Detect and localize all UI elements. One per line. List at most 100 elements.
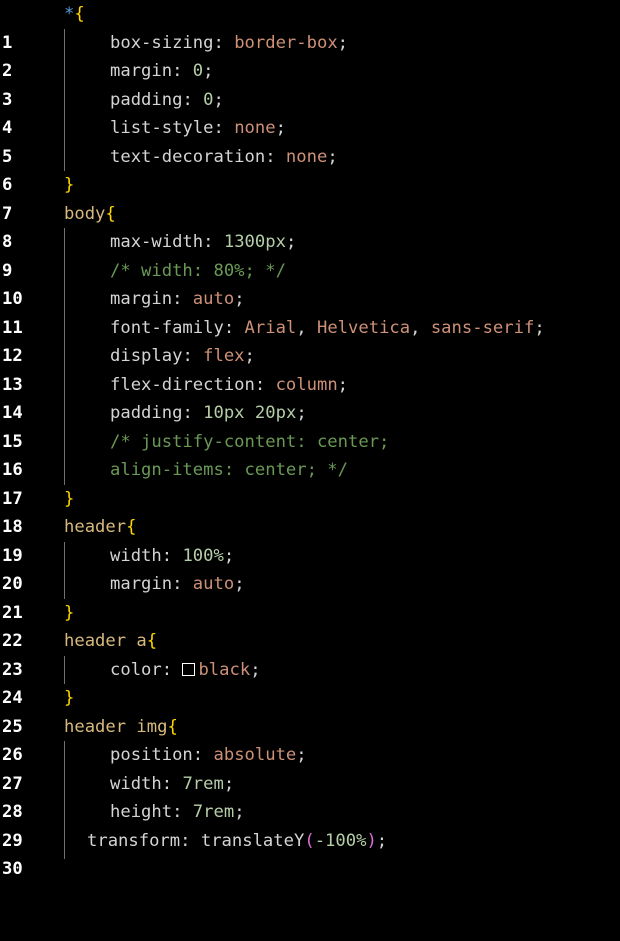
line-content: display: flex; bbox=[110, 346, 255, 366]
value: border-box bbox=[234, 32, 338, 53]
line-number: 30 bbox=[2, 859, 23, 879]
line-content: text-decoration: none; bbox=[110, 146, 338, 167]
line-content: flex-direction: column; bbox=[110, 374, 349, 395]
function-name: translateY bbox=[200, 830, 305, 851]
code-line[interactable]: 1 *{ bbox=[0, 0, 620, 53]
value: Helvetica bbox=[316, 317, 411, 338]
line-content: margin: auto; bbox=[110, 289, 245, 309]
property: max-width bbox=[110, 232, 204, 252]
line-content: } bbox=[64, 485, 74, 514]
code-line[interactable]: 4 padding: 0; bbox=[0, 86, 620, 139]
code-line[interactable]: 30 transform: translateY(-100%); bbox=[0, 827, 620, 880]
color-swatch-icon[interactable] bbox=[182, 662, 196, 676]
line-content: padding: 10px 20px; bbox=[110, 403, 307, 423]
code-line[interactable]: 10 /* width: 80%; */ bbox=[0, 257, 620, 310]
line-content: body{ bbox=[64, 200, 116, 229]
close-paren: ) bbox=[366, 830, 377, 851]
property: box-sizing bbox=[110, 32, 214, 53]
close-brace: } bbox=[64, 175, 75, 195]
code-line[interactable]: 20 width: 100%; bbox=[0, 542, 620, 595]
property: padding bbox=[110, 89, 183, 110]
open-brace: { bbox=[105, 203, 116, 224]
selector: body bbox=[64, 203, 106, 224]
code-line[interactable]: 8 body{ bbox=[0, 200, 620, 253]
code-line[interactable]: 19 header{ bbox=[0, 513, 620, 566]
code-line[interactable]: 5 list-style: none; bbox=[0, 114, 620, 167]
code-line[interactable]: 12 font-family: Arial, Helvetica, sans-s… bbox=[0, 314, 620, 367]
line-content: align-items: center; */ bbox=[64, 456, 348, 485]
value: auto bbox=[192, 574, 235, 594]
property: flex-direction bbox=[110, 374, 255, 395]
line-content: /* width: 80%; */ bbox=[64, 257, 286, 286]
value: black bbox=[198, 659, 251, 680]
line-content: margin: 0; bbox=[110, 61, 214, 81]
code-line[interactable]: 26 header img{ bbox=[0, 713, 620, 766]
line-content: list-style: none; bbox=[110, 118, 286, 138]
code-line[interactable]: 11 margin: auto; bbox=[0, 285, 620, 338]
line-content: margin: auto; bbox=[110, 574, 245, 594]
value: 7rem bbox=[192, 802, 235, 822]
code-line[interactable]: 24 color: black; bbox=[0, 656, 620, 709]
property: margin bbox=[110, 574, 173, 594]
value: absolute bbox=[213, 745, 297, 765]
code-line[interactable]: 7 } bbox=[0, 171, 620, 224]
code-line[interactable]: 3 margin: 0; bbox=[0, 57, 620, 110]
property: margin bbox=[110, 289, 173, 309]
property: width bbox=[110, 773, 162, 794]
code-line[interactable]: 18 } bbox=[0, 485, 620, 538]
code-line[interactable]: 23 header a{ bbox=[0, 627, 620, 680]
line-content: } bbox=[64, 684, 74, 713]
code-line[interactable]: 16 /* justify-content: center; bbox=[0, 428, 620, 481]
code-line[interactable]: 25 } bbox=[0, 684, 620, 737]
value: -100% bbox=[314, 830, 367, 851]
value: column bbox=[275, 374, 338, 395]
code-line[interactable]: 21 margin: auto; bbox=[0, 570, 620, 623]
line-content: } bbox=[64, 171, 74, 200]
value: sans-serif bbox=[430, 317, 535, 338]
property: height bbox=[110, 802, 173, 822]
code-line[interactable]: 17 align-items: center; */ bbox=[0, 456, 620, 509]
line-content: width: 100%; bbox=[110, 545, 235, 566]
selector: * bbox=[64, 4, 75, 24]
line-content: } bbox=[64, 599, 74, 628]
property: list-style bbox=[110, 118, 214, 138]
comment: align-items: center; */ bbox=[110, 460, 348, 480]
code-editor[interactable]: 1 *{ 2 box-sizing: border-box; 3 margin:… bbox=[0, 0, 620, 880]
code-line[interactable]: 29 height: 7rem; bbox=[0, 798, 620, 851]
comment: /* justify-content: center; bbox=[110, 431, 390, 452]
property: margin bbox=[110, 61, 173, 81]
value: flex bbox=[203, 346, 245, 366]
line-content: max-width: 1300px; bbox=[110, 232, 297, 252]
line-content: height: 7rem; bbox=[110, 802, 245, 822]
value: 0 bbox=[203, 89, 214, 110]
property: display bbox=[110, 346, 183, 366]
value: 7rem bbox=[182, 773, 224, 794]
code-line[interactable]: 27 position: absolute; bbox=[0, 741, 620, 794]
value: none bbox=[285, 146, 328, 167]
property: font-family bbox=[110, 317, 224, 338]
code-line[interactable]: 15 padding: 10px 20px; bbox=[0, 399, 620, 452]
line-content: transform: translateY(-100%); bbox=[87, 830, 388, 851]
code-line[interactable]: 9 max-width: 1300px; bbox=[0, 228, 620, 281]
open-brace: { bbox=[146, 631, 158, 651]
close-brace: } bbox=[64, 602, 75, 623]
code-line[interactable]: 2 box-sizing: border-box; bbox=[0, 29, 620, 82]
code-line[interactable]: 14 flex-direction: column; bbox=[0, 371, 620, 424]
line-content: *{ bbox=[64, 0, 85, 29]
code-line[interactable]: 13 display: flex; bbox=[0, 342, 620, 395]
close-brace: } bbox=[64, 488, 75, 509]
line-content: width: 7rem; bbox=[110, 773, 235, 794]
code-line[interactable]: 28 width: 7rem; bbox=[0, 770, 620, 823]
value: 1300px bbox=[223, 232, 286, 252]
property: padding bbox=[110, 403, 183, 423]
property: color bbox=[110, 659, 162, 680]
value: 100% bbox=[182, 545, 224, 566]
value: Arial bbox=[244, 317, 297, 338]
property: position bbox=[110, 745, 193, 765]
property: text-decoration bbox=[110, 146, 266, 167]
value: auto bbox=[192, 289, 235, 309]
code-line[interactable]: 22 } bbox=[0, 599, 620, 652]
value: none bbox=[234, 118, 276, 138]
code-line[interactable]: 6 text-decoration: none; bbox=[0, 143, 620, 196]
line-content: position: absolute; bbox=[110, 745, 307, 765]
